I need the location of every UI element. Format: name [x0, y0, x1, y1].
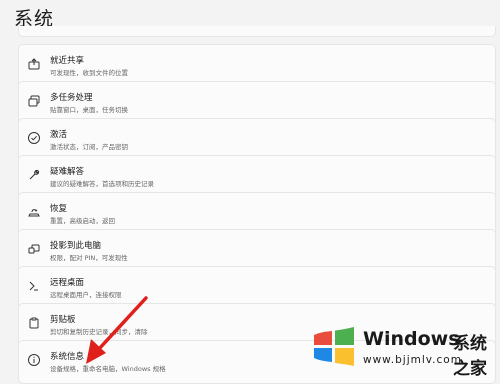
settings-item-desc: 权限，配对 PIN，可发现性 — [50, 254, 128, 262]
settings-item-desc: 贴靠窗口，桌面，任务切换 — [50, 106, 128, 114]
share-icon — [27, 57, 41, 71]
settings-item-desc: 建议的疑难解答，首选项和历史记录 — [50, 180, 154, 188]
remote-desktop-icon — [27, 279, 41, 293]
settings-item-label: 剪贴板 — [50, 315, 76, 325]
windows-logo-icon — [314, 327, 354, 366]
settings-item-label: 多任务处理 — [50, 93, 93, 103]
settings-item-label: 投影到此电脑 — [50, 241, 102, 251]
settings-item-label: 恢复 — [50, 204, 68, 214]
settings-card-partial — [18, 26, 496, 37]
watermark-brand: Windows — [363, 328, 460, 350]
info-icon — [27, 353, 41, 367]
settings-item-label: 远程桌面 — [50, 278, 85, 288]
recovery-icon — [27, 205, 41, 219]
settings-item-label: 就近共享 — [50, 56, 85, 66]
settings-item-desc: 远程桌面用户，连接权限 — [50, 291, 122, 299]
settings-item-label: 系统信息 — [50, 352, 85, 362]
settings-item-desc: 重置，高级启动，返回 — [50, 217, 115, 225]
activation-icon — [27, 131, 41, 145]
settings-item-desc: 可发现性，收到文件的位置 — [50, 69, 128, 77]
watermark: Windows 系统之家 www.bjjmlv.com — [305, 318, 500, 379]
settings-item-label: 激活 — [50, 130, 68, 140]
clipboard-icon — [27, 316, 41, 330]
multitask-icon — [27, 94, 41, 108]
settings-item-desc: 设备规格，重命名电脑，Windows 规格 — [50, 365, 166, 373]
projection-icon — [27, 242, 41, 256]
settings-item-label: 疑难解答 — [50, 167, 85, 177]
troubleshoot-icon — [27, 168, 41, 182]
watermark-url: www.bjjmlv.com — [363, 354, 462, 366]
settings-item-desc: 剪切和复制历史记录，同步，清除 — [50, 328, 148, 336]
settings-item-desc: 激活状态，订阅，产品密钥 — [50, 143, 128, 151]
